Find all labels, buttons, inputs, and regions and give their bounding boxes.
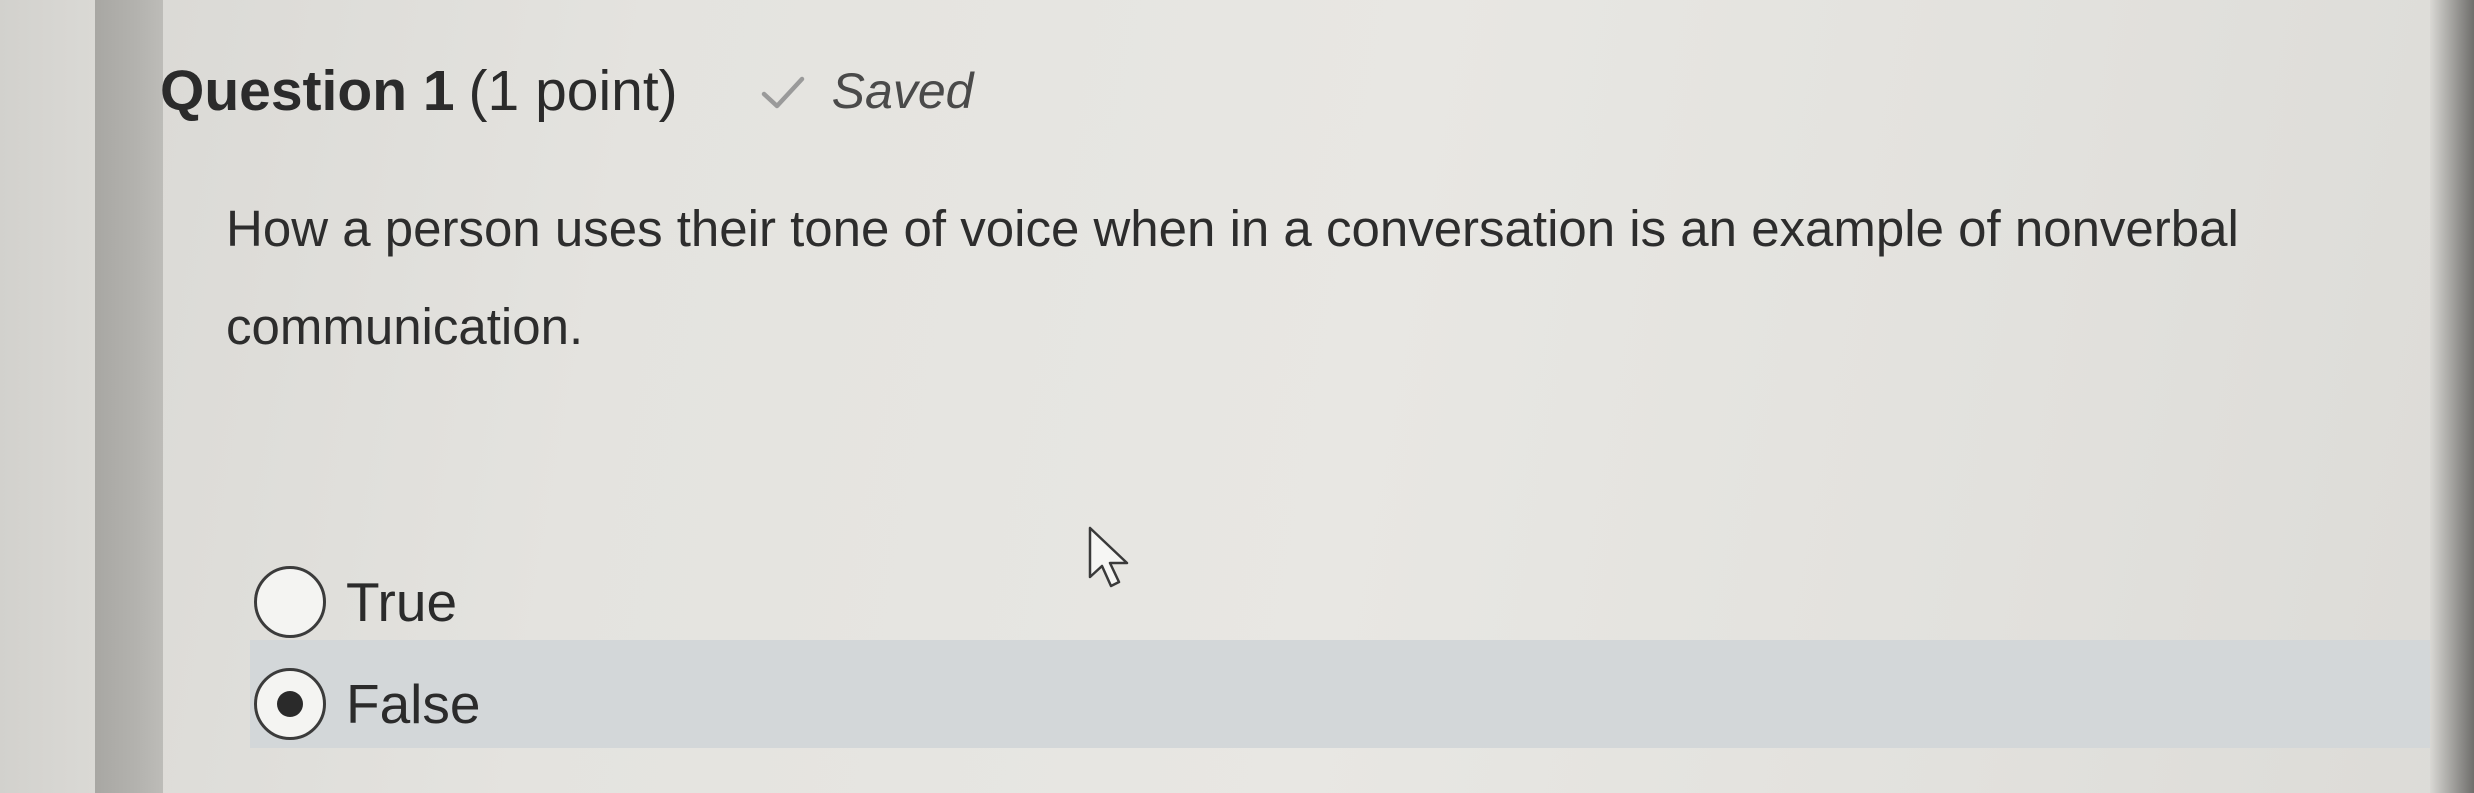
saved-status: Saved [831, 63, 974, 119]
radio-selected-dot [277, 691, 303, 717]
option-label-false: False [346, 673, 481, 735]
mouse-pointer-icon [1088, 526, 1129, 588]
quiz-screen: Question 1 (1 point) Saved How a person … [0, 0, 2474, 793]
radio-button-false[interactable] [254, 668, 326, 740]
option-true[interactable]: True [254, 566, 457, 638]
question-header: Question 1 (1 point) Saved [160, 58, 973, 124]
option-label-true: True [346, 571, 458, 633]
left-sidebar-bar [95, 0, 163, 793]
radio-button-true[interactable] [254, 566, 326, 638]
option-false[interactable]: False [254, 668, 481, 740]
question-prompt: How a person uses their tone of voice wh… [226, 200, 2239, 355]
right-edge-shadow [2430, 0, 2474, 793]
selected-option-highlight [250, 640, 2430, 748]
question-title: Question 1 [160, 59, 455, 123]
question-points: (1 point) [468, 59, 678, 123]
left-margin [0, 0, 95, 793]
checkmark-icon [761, 76, 804, 109]
